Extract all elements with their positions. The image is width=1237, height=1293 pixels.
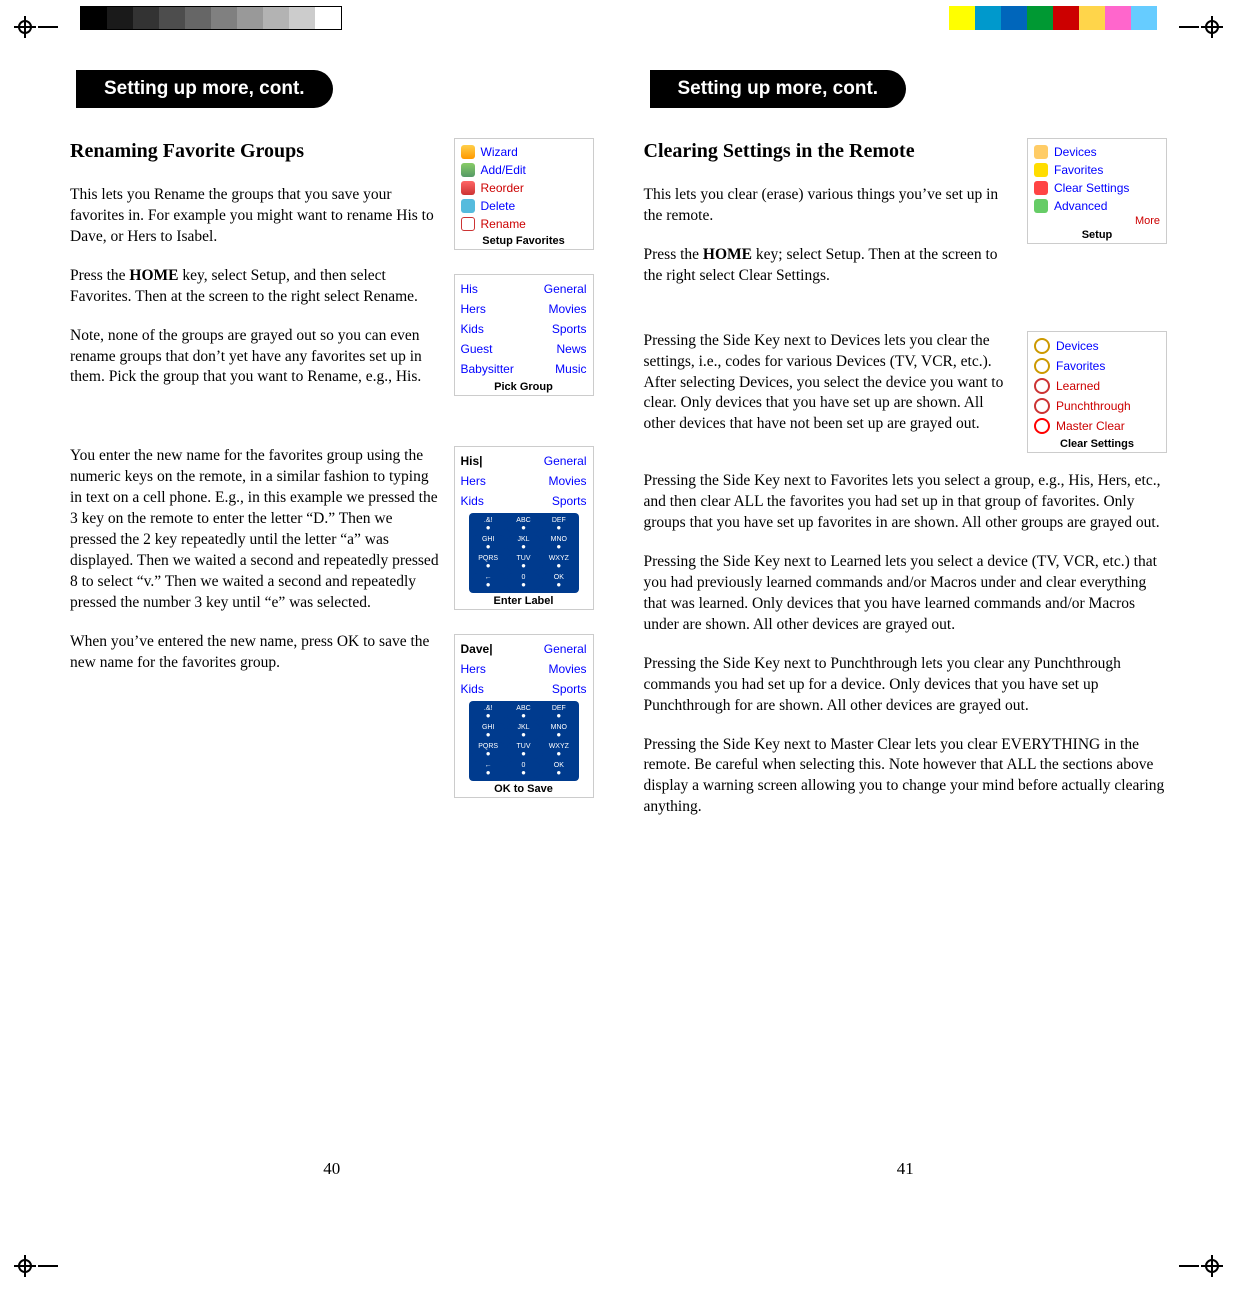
reorder-icon bbox=[461, 181, 475, 195]
page-number-left: 40 bbox=[70, 1159, 594, 1179]
page-right: Setting up more, cont. Clearing Settings… bbox=[644, 70, 1168, 1143]
delete-icon bbox=[461, 199, 475, 213]
addedit-icon bbox=[461, 163, 475, 177]
screenshot-pick-group: HisGeneral HersMovies KidsSports GuestNe… bbox=[454, 274, 594, 396]
section-header-left: Setting up more, cont. bbox=[76, 70, 333, 108]
rename-icon bbox=[461, 217, 475, 231]
body-text: Note, none of the groups are grayed out … bbox=[70, 326, 440, 389]
body-text: Pressing the Side Key next to Favorites … bbox=[644, 471, 1168, 534]
learned-circle-icon bbox=[1034, 378, 1050, 394]
keypad-icon: .&!ABCDEF GHIJKLMNO PQRSTUVWXYZ ←0OK bbox=[469, 513, 579, 593]
page-number-right: 41 bbox=[644, 1159, 1168, 1179]
screenshot-setup-favorites: Wizard Add/Edit Reorder Delete Rename Se… bbox=[454, 138, 594, 250]
body-text: Pressing the Side Key next to Devices le… bbox=[644, 331, 1014, 436]
body-text: Press the HOME key, select Setup, and th… bbox=[70, 266, 440, 308]
keypad-icon: .&!ABCDEF GHIJKLMNO PQRSTUVWXYZ ←0OK bbox=[469, 701, 579, 781]
advanced-icon bbox=[1034, 199, 1048, 213]
body-text: This lets you Rename the groups that you… bbox=[70, 185, 440, 248]
punchthrough-circle-icon bbox=[1034, 398, 1050, 414]
body-text: Pressing the Side Key next to Punchthrou… bbox=[644, 654, 1168, 717]
screenshot-ok-to-save: Dave|General HersMovies KidsSports .&!AB… bbox=[454, 634, 594, 798]
screenshot-clear-settings: Devices Favorites Learned Punchthrough M… bbox=[1027, 331, 1167, 453]
devices-circle-icon bbox=[1034, 338, 1050, 354]
body-text: Pressing the Side Key next to Master Cle… bbox=[644, 735, 1168, 819]
subsection-title-clearing: Clearing Settings in the Remote bbox=[644, 138, 1014, 165]
body-text: Press the HOME key; select Setup. Then a… bbox=[644, 245, 1014, 287]
masterclear-circle-icon bbox=[1034, 418, 1050, 434]
body-text: You enter the new name for the favorites… bbox=[70, 446, 440, 613]
body-text: Pressing the Side Key next to Learned le… bbox=[644, 552, 1168, 636]
section-header-right: Setting up more, cont. bbox=[650, 70, 907, 108]
grayscale-calibration-bar bbox=[80, 6, 342, 30]
subsection-title-renaming: Renaming Favorite Groups bbox=[70, 138, 440, 165]
color-calibration-bar bbox=[949, 6, 1157, 30]
wizard-icon bbox=[461, 145, 475, 159]
devices-icon bbox=[1034, 145, 1048, 159]
favorites-circle-icon bbox=[1034, 358, 1050, 374]
body-text: This lets you clear (erase) various thin… bbox=[644, 185, 1014, 227]
screenshot-setup: Devices Favorites Clear Settings Advance… bbox=[1027, 138, 1167, 244]
body-text: When you’ve entered the new name, press … bbox=[70, 632, 440, 674]
clear-settings-icon bbox=[1034, 181, 1048, 195]
screenshot-enter-label: His|General HersMovies KidsSports .&!ABC… bbox=[454, 446, 594, 610]
page-left: Setting up more, cont. Renaming Favorite… bbox=[70, 70, 594, 1143]
favorites-icon bbox=[1034, 163, 1048, 177]
